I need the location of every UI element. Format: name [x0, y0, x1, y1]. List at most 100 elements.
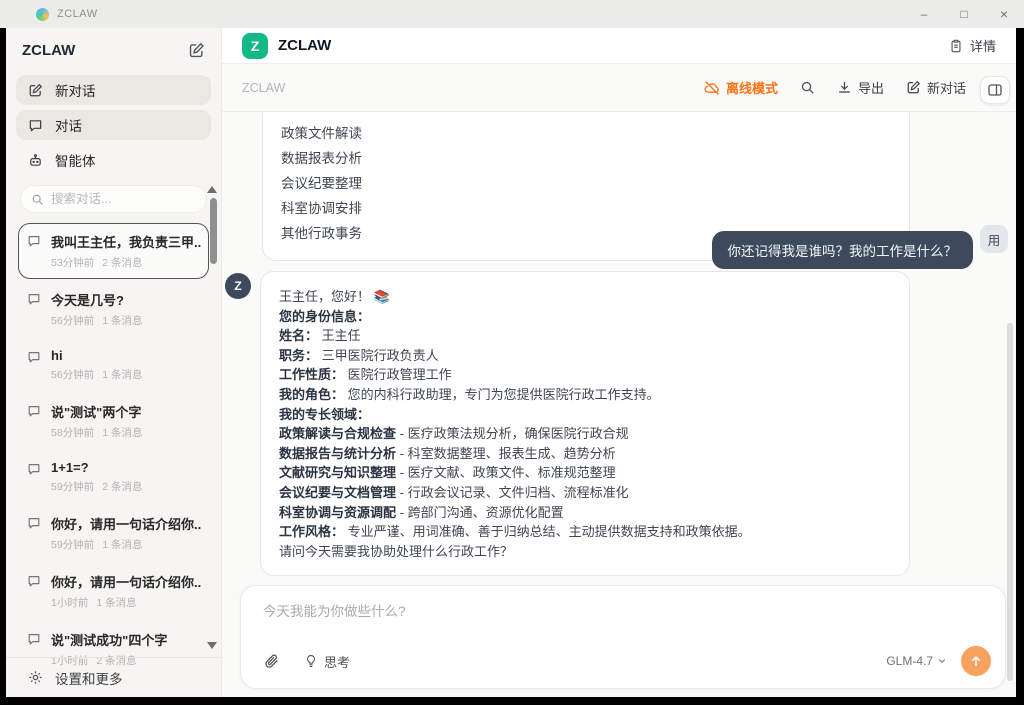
- user-message-bubble: 你还记得我是谁吗？我的工作是什么？: [712, 231, 974, 269]
- conversation-count: 1 条消息: [102, 427, 142, 439]
- sidebar-title: ZCLAW: [22, 42, 75, 59]
- send-button[interactable]: [961, 646, 991, 676]
- conversation-time: 56分钟前: [51, 369, 94, 381]
- think-label: 思考: [324, 652, 350, 671]
- compose-icon: [28, 83, 43, 98]
- assistant-message-line: 工作风格： 专业严谨、用词准确、善于归纳总结、主动提供数据支持和政策依据。: [279, 522, 891, 542]
- conversation-count: 1 条消息: [102, 369, 142, 381]
- robot-icon: [28, 153, 43, 168]
- export-button[interactable]: 导出: [837, 78, 884, 97]
- chat-bubble-icon: [27, 404, 41, 440]
- conversation-time: 58分钟前: [51, 427, 94, 439]
- details-label: 详情: [970, 36, 996, 55]
- nav-label: 智能体: [55, 150, 96, 170]
- model-selector[interactable]: GLM-4.7: [886, 654, 947, 668]
- new-chat-button[interactable]: 新对话: [906, 78, 966, 97]
- conversation-time: 56分钟前: [51, 315, 94, 327]
- conversation-title: 说"测试成功"四个字: [51, 630, 167, 649]
- conversation-title: hi: [51, 348, 142, 363]
- main-header: Z ZCLAW 详情: [222, 28, 1016, 64]
- gear-icon: [28, 670, 43, 685]
- conversation-title: 1+1=?: [51, 460, 142, 475]
- offline-mode-label: 离线模式: [726, 78, 778, 97]
- sidebar-item-agents[interactable]: 智能体: [16, 145, 211, 175]
- conversation-item[interactable]: 你好，请用一句话介绍你... 1小时前 1 条消息: [18, 563, 209, 619]
- assistant-message-line: 数据报告与统计分析 - 科室数据整理、报表生成、趋势分析: [279, 444, 891, 464]
- sidebar-header: ZCLAW: [6, 28, 221, 69]
- conversation-time: 59分钟前: [51, 539, 94, 551]
- conversation-meta: 53分钟前2 条消息: [51, 255, 201, 270]
- download-icon: [837, 80, 852, 95]
- capability-line: 科室协调安排: [281, 196, 891, 221]
- minimize-button[interactable]: –: [904, 0, 944, 28]
- paperclip-icon[interactable]: [263, 653, 280, 670]
- conversation-list: 我叫王主任，我负责三甲... 53分钟前2 条消息 今天是几号? 56分钟前1 …: [6, 221, 221, 677]
- conversation-count: 1 条消息: [102, 539, 142, 551]
- assistant-message-lines: 王主任，您好！ 📚您的身份信息：姓名： 王主任职务： 三甲医院行政负责人工作性质…: [279, 287, 891, 561]
- assistant-message-line: 我的角色： 您的内科行政助理，专门为您提供医院行政工作支持。: [279, 385, 891, 405]
- maximize-button[interactable]: □: [944, 0, 984, 28]
- chat-toolbar: ZCLAW 离线模式: [222, 64, 1016, 112]
- assistant-message-line: 您的身份信息：: [279, 307, 891, 327]
- compose-icon[interactable]: [188, 42, 205, 59]
- conversation-item[interactable]: 我叫王主任，我负责三甲... 53分钟前2 条消息: [18, 223, 209, 279]
- conversation-title: 你好，请用一句话介绍你...: [51, 514, 201, 533]
- conversation-meta: 59分钟前 1 条消息: [51, 537, 201, 552]
- conversation-meta: 1小时前 1 条消息: [51, 595, 201, 610]
- app-logo-icon: [36, 8, 49, 21]
- assistant-message-line: 王主任，您好！ 📚: [279, 287, 891, 307]
- conversation-title: 今天是几号?: [51, 290, 142, 309]
- conversation-time: 59分钟前: [51, 481, 94, 493]
- new-chat-label: 新对话: [927, 78, 966, 97]
- capability-line: 会议纪要整理: [281, 171, 891, 196]
- search-icon: [31, 193, 44, 206]
- chat-scrollbar[interactable]: [1007, 323, 1013, 681]
- compose-icon: [906, 80, 921, 95]
- chat-bubble-icon: [27, 516, 41, 552]
- scroll-up-arrow[interactable]: [207, 186, 217, 193]
- conversation-title: 我叫王主任，我负责三甲...: [51, 232, 201, 251]
- sidebar: ZCLAW 新对话: [6, 28, 222, 697]
- conversation-item[interactable]: 1+1=? 59分钟前2 条消息: [18, 451, 209, 503]
- conversation-meta: 56分钟前 1 条消息: [51, 367, 142, 382]
- conversation-time: 1小时前: [51, 597, 88, 609]
- sidebar-item-new-chat[interactable]: 新对话: [16, 75, 211, 105]
- assistant-message-line: 工作性质： 医院行政管理工作: [279, 365, 891, 385]
- sidebar-item-settings[interactable]: 设置和更多: [6, 657, 221, 697]
- scroll-down-arrow[interactable]: [207, 642, 217, 649]
- brand-logo: Z: [242, 33, 268, 59]
- conversation-item[interactable]: 今天是几号? 56分钟前1 条消息: [18, 281, 209, 337]
- think-toggle[interactable]: 思考: [304, 652, 350, 671]
- clipboard-icon: [949, 39, 963, 53]
- window-title: ZCLAW: [57, 8, 98, 20]
- lightbulb-icon: [304, 654, 318, 668]
- conversation-title: 你好，请用一句话介绍你...: [51, 572, 201, 591]
- assistant-avatar: Z: [225, 273, 251, 299]
- conversation-item[interactable]: 你好，请用一句话介绍你... 59分钟前 1 条消息: [18, 505, 209, 561]
- conversation-meta: 59分钟前2 条消息: [51, 479, 142, 494]
- conversation-item[interactable]: 说"测试"两个字 58分钟前1 条消息: [18, 393, 209, 449]
- assistant-message-bubble: 王主任，您好！ 📚您的身份信息：姓名： 王主任职务： 三甲医院行政负责人工作性质…: [260, 271, 910, 576]
- conversation-count: 1 条消息: [96, 597, 136, 609]
- chevron-down-icon: [937, 656, 947, 666]
- sidebar-scrollbar[interactable]: [210, 198, 217, 264]
- export-label: 导出: [858, 78, 884, 97]
- composer: 思考 GLM-4.7: [240, 585, 1006, 689]
- close-button[interactable]: ×: [984, 0, 1024, 28]
- sidebar-nav: 新对话 对话: [6, 69, 221, 175]
- chat-bubble-icon: [27, 234, 41, 270]
- search-icon[interactable]: [800, 80, 815, 95]
- search-input[interactable]: [51, 192, 181, 206]
- details-button[interactable]: 详情: [949, 36, 996, 55]
- capability-list: 政策文件解读数据报表分析会议纪要整理科室协调安排其他行政事务: [281, 121, 891, 246]
- message-input[interactable]: [263, 600, 983, 640]
- search-box[interactable]: [20, 185, 207, 213]
- assistant-message-line: 我的专长领域：: [279, 405, 891, 425]
- conversation-time: 53分钟前: [51, 257, 94, 269]
- offline-mode-button[interactable]: 离线模式: [704, 78, 778, 97]
- panel-toggle-button[interactable]: [980, 76, 1010, 104]
- window-controls: – □ ×: [904, 0, 1024, 28]
- conversation-item[interactable]: hi 56分钟前 1 条消息: [18, 339, 209, 391]
- sidebar-item-conversations[interactable]: 对话: [16, 110, 211, 140]
- assistant-message-line: 文献研究与知识整理 - 医疗文献、政策文件、标准规范整理: [279, 463, 891, 483]
